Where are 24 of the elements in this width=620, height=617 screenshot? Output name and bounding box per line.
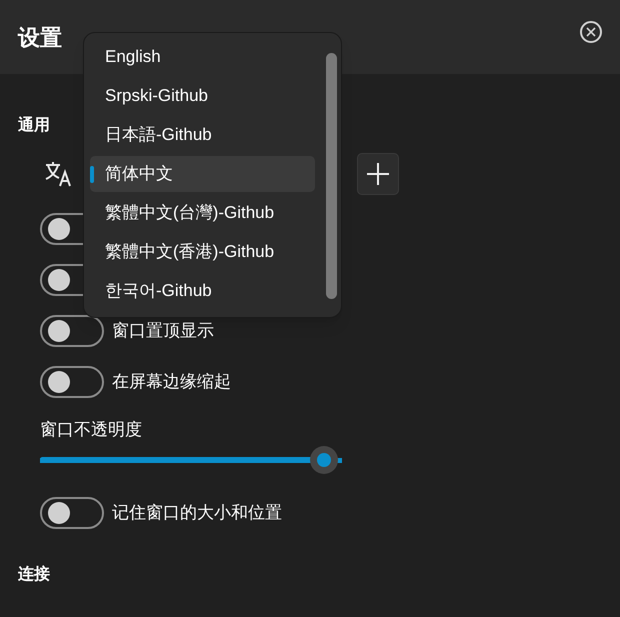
toggle-label: 在屏幕边缘缩起 (112, 370, 231, 393)
add-button[interactable] (357, 153, 399, 195)
section-heading: 连接 (18, 564, 50, 585)
toggle-switch[interactable] (40, 496, 104, 528)
scrollbar[interactable] (326, 53, 337, 299)
slider-thumb[interactable] (310, 446, 338, 474)
slider-label: 窗口不透明度 (40, 419, 143, 441)
toggle-label: 窗口置顶显示 (112, 320, 214, 342)
language-option[interactable]: 简体中文 (90, 156, 315, 192)
toggle-label: 记住窗口的大小和位置 (112, 502, 282, 524)
section-heading: 通用 (18, 115, 50, 136)
language-option[interactable]: 한국어-Github (90, 273, 315, 309)
selection-indicator (90, 166, 94, 183)
window-title: 设置 (18, 24, 62, 52)
plus-icon (366, 162, 390, 186)
language-option[interactable]: 日本語-Github (90, 117, 315, 153)
close-button[interactable] (580, 21, 602, 43)
close-icon (586, 27, 596, 37)
language-option[interactable]: 繁體中文(香港)-Github (90, 234, 315, 270)
language-option[interactable]: Srpski-Github (90, 78, 315, 114)
toggle-switch[interactable] (40, 366, 104, 398)
language-option[interactable]: English (90, 39, 315, 75)
translate-icon (44, 160, 74, 188)
language-option[interactable]: 繁體中文(台灣)-Github (90, 195, 315, 231)
